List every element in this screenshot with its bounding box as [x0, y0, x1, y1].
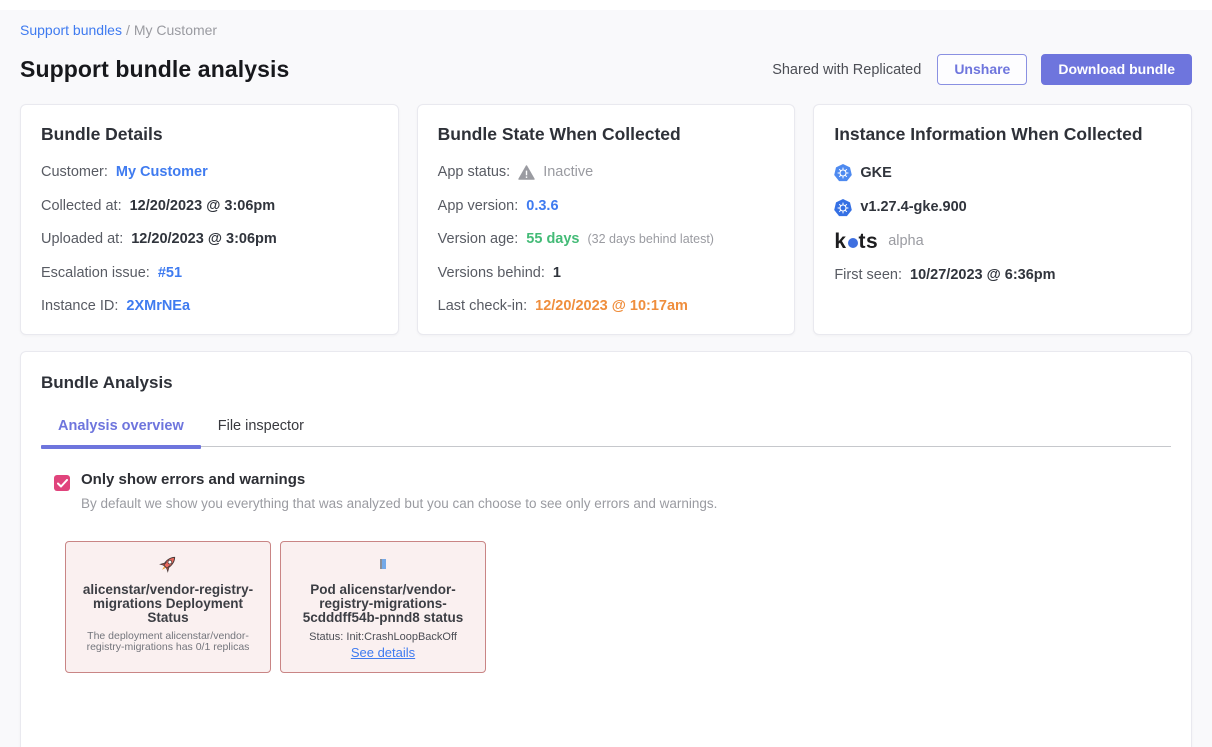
uploaded-at-row: Uploaded at: 12/20/2023 @ 3:06pm [41, 231, 378, 248]
version-age-label: Version age: [438, 231, 519, 248]
collected-at-value: 12/20/2023 @ 3:06pm [130, 198, 276, 215]
first-seen-value: 10/27/2023 @ 6:36pm [910, 267, 1056, 284]
see-details-link[interactable]: See details [351, 645, 415, 660]
uploaded-at-label: Uploaded at: [41, 231, 123, 248]
header-actions: Shared with Replicated Unshare Download … [772, 54, 1192, 85]
collected-at-row: Collected at: 12/20/2023 @ 3:06pm [41, 198, 378, 215]
escalation-issue-label: Escalation issue: [41, 265, 150, 282]
collected-at-label: Collected at: [41, 198, 122, 215]
kots-channel: alpha [888, 233, 923, 250]
breadcrumb-separator: / [126, 22, 130, 38]
distribution-row: GKE [834, 164, 1171, 182]
support-bundle-analysis-page: Support bundles/My Customer Support bund… [0, 10, 1212, 747]
issue-card-deployment-status: alicenstar/vendor-registry-migrations De… [65, 541, 271, 673]
bundle-details-title: Bundle Details [41, 124, 378, 145]
last-checkin-row: Last check-in: 12/20/2023 @ 10:17am [438, 298, 775, 315]
info-cards-row: Bundle Details Customer: My Customer Col… [16, 104, 1196, 335]
filter-texts: Only show errors and warnings By default… [81, 471, 717, 511]
broken-image-icon [290, 552, 476, 576]
issue-title: Pod alicenstar/vendor-registry-migration… [290, 583, 476, 625]
tab-analysis-overview[interactable]: Analysis overview [41, 418, 201, 446]
uploaded-at-value: 12/20/2023 @ 3:06pm [131, 231, 277, 248]
kots-logo-dot [848, 238, 858, 248]
last-checkin-value: 12/20/2023 @ 10:17am [535, 298, 688, 315]
page-title: Support bundle analysis [20, 56, 289, 83]
instance-id-link[interactable]: 2XMrNEa [126, 298, 190, 315]
kubernetes-version-icon [834, 199, 852, 217]
bundle-details-card: Bundle Details Customer: My Customer Col… [20, 104, 399, 335]
distribution-value: GKE [860, 165, 891, 182]
app-version-label: App version: [438, 198, 519, 215]
bundle-analysis-title: Bundle Analysis [41, 373, 1171, 393]
issue-title: alicenstar/vendor-registry-migrations De… [75, 583, 261, 625]
issue-card-pod-status: Pod alicenstar/vendor-registry-migration… [280, 541, 486, 673]
kots-logo: kts [834, 233, 878, 250]
errors-warnings-checkbox[interactable] [54, 475, 70, 491]
instance-info-title: Instance Information When Collected [834, 124, 1171, 145]
kots-row: kts alpha [834, 233, 1171, 250]
warning-icon [518, 165, 535, 180]
bundle-analysis-card: Bundle Analysis Analysis overview File i… [20, 351, 1192, 747]
page-header: Support bundle analysis Shared with Repl… [16, 54, 1196, 85]
first-seen-row: First seen: 10/27/2023 @ 6:36pm [834, 267, 1171, 284]
breadcrumb: Support bundles/My Customer [16, 22, 1196, 38]
customer-link[interactable]: My Customer [116, 164, 208, 181]
app-status-label: App status: [438, 164, 511, 181]
filter-label[interactable]: Only show errors and warnings [81, 471, 717, 489]
rocket-icon [75, 552, 261, 576]
version-age-row: Version age: 55 days (32 days behind lat… [438, 231, 775, 248]
app-status-value: Inactive [543, 164, 593, 181]
last-checkin-label: Last check-in: [438, 298, 527, 315]
filter-description: By default we show you everything that w… [81, 496, 717, 511]
kubernetes-distribution-icon [834, 164, 852, 182]
breadcrumb-support-bundles-link[interactable]: Support bundles [20, 22, 122, 38]
k8s-version-row: v1.27.4-gke.900 [834, 199, 1171, 217]
version-age-note: (32 days behind latest) [588, 231, 714, 248]
version-age-value: 55 days [526, 231, 579, 248]
first-seen-label: First seen: [834, 267, 902, 284]
escalation-issue-link[interactable]: #51 [158, 265, 182, 282]
versions-behind-label: Versions behind: [438, 265, 545, 282]
k8s-version-value: v1.27.4-gke.900 [860, 199, 966, 216]
checkmark-icon [57, 479, 68, 488]
instance-id-row: Instance ID: 2XMrNEa [41, 298, 378, 315]
unshare-button[interactable]: Unshare [937, 54, 1027, 85]
issue-message: The deployment alicenstar/vendor-registr… [75, 631, 261, 653]
versions-behind-row: Versions behind: 1 [438, 265, 775, 282]
instance-id-label: Instance ID: [41, 298, 118, 315]
customer-label: Customer: [41, 164, 108, 181]
analysis-tabs: Analysis overview File inspector [41, 418, 1171, 447]
errors-warnings-filter: Only show errors and warnings By default… [41, 471, 1171, 511]
issue-status: Status: Init:CrashLoopBackOff [290, 631, 476, 643]
customer-row: Customer: My Customer [41, 164, 378, 181]
app-version-link[interactable]: 0.3.6 [526, 198, 558, 215]
analysis-issues-row: alicenstar/vendor-registry-migrations De… [41, 541, 1171, 673]
download-bundle-button[interactable]: Download bundle [1041, 54, 1192, 85]
escalation-issue-row: Escalation issue: #51 [41, 265, 378, 282]
app-status-row: App status: Inactive [438, 164, 775, 181]
breadcrumb-current: My Customer [134, 22, 217, 38]
top-strip [0, 0, 1212, 10]
bundle-state-card: Bundle State When Collected App status: … [417, 104, 796, 335]
tab-file-inspector[interactable]: File inspector [201, 418, 321, 446]
instance-info-card: Instance Information When Collected GKE … [813, 104, 1192, 335]
app-version-row: App version: 0.3.6 [438, 198, 775, 215]
shared-status-text: Shared with Replicated [772, 62, 921, 78]
bundle-state-title: Bundle State When Collected [438, 124, 775, 145]
versions-behind-value: 1 [553, 265, 561, 282]
